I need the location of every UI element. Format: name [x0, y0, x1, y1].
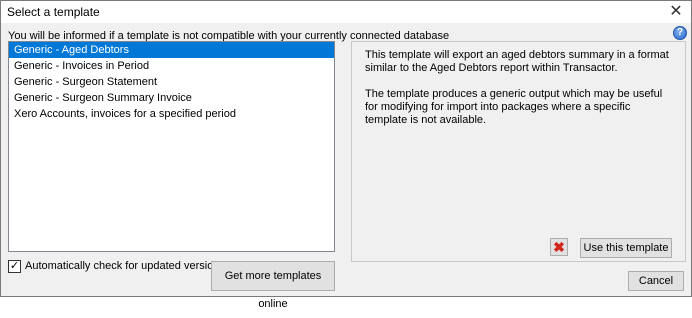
list-item[interactable]: Xero Accounts, invoices for a specified … [9, 106, 334, 122]
list-item[interactable]: Generic - Surgeon Summary Invoice [9, 90, 334, 106]
cancel-button[interactable]: Cancel [628, 271, 684, 291]
list-item[interactable]: Generic - Invoices in Period [9, 58, 334, 74]
delete-template-icon[interactable]: ✖ [550, 238, 568, 256]
template-description-panel: This template will export an aged debtor… [351, 41, 686, 262]
description-paragraph: The template produces a generic output w… [365, 88, 663, 126]
list-item[interactable]: Generic - Surgeon Statement [9, 74, 334, 90]
auto-check-checkbox[interactable]: ✓ [8, 259, 21, 273]
template-label: Generic - Surgeon Statement [14, 76, 158, 88]
template-label: Generic - Aged Debtors [14, 44, 129, 56]
template-label: Generic - Invoices in Period [14, 60, 150, 72]
template-label: Generic - Surgeon Summary Invoice [14, 92, 192, 104]
select-template-dialog: Select a template ✕ You will be informed… [0, 0, 692, 310]
description-paragraph: This template will export an aged debtor… [365, 49, 669, 74]
close-icon[interactable]: ✕ [661, 1, 691, 23]
get-more-templates-button[interactable]: Get more templates online [211, 261, 335, 310]
list-item[interactable]: Generic - Aged Debtors [9, 42, 334, 58]
template-description: This template will export an aged debtor… [365, 49, 675, 140]
help-icon[interactable]: ? [673, 26, 687, 40]
dialog-title: Select a template [7, 5, 100, 19]
template-label: Xero Accounts, invoices for a specified … [14, 108, 236, 120]
use-template-button[interactable]: Use this template [580, 238, 672, 258]
template-list[interactable]: Generic - Aged Debtors Generic - Invoice… [8, 41, 335, 252]
title-bar: Select a template ✕ [1, 1, 691, 23]
